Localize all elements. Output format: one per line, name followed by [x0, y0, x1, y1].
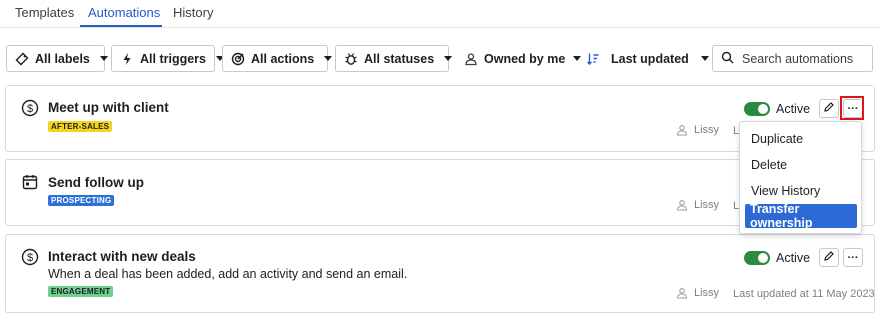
menu-item-duplicate[interactable]: Duplicate [740, 127, 861, 151]
owner-filter-label: Owned by me [484, 51, 566, 66]
sort-button[interactable]: Last updated [586, 45, 709, 72]
context-menu: Duplicate Delete View History Transfer o… [739, 121, 862, 234]
automation-title[interactable]: Interact with new deals [48, 249, 196, 264]
pencil-icon [823, 250, 835, 265]
chevron-down-icon [573, 56, 582, 61]
sort-label: Last updated [611, 51, 689, 66]
edit-button[interactable] [819, 99, 839, 118]
automation-card[interactable]: $ Interact with new deals When a deal ha… [5, 234, 875, 313]
chevron-down-icon [99, 56, 108, 61]
status-label: Active [776, 102, 811, 116]
label-badge: ENGAGEMENT [48, 286, 114, 297]
owner-name: Lissy [694, 287, 720, 299]
more-horizontal-icon: ··· [847, 251, 859, 264]
calendar-icon [21, 173, 39, 191]
bug-icon [344, 52, 358, 66]
owner: Lissy [676, 124, 719, 136]
active-tab-indicator [80, 25, 162, 27]
pencil-icon [823, 101, 835, 116]
tab-bar: Templates Automations History [0, 0, 880, 28]
chevron-down-icon [700, 56, 709, 61]
active-toggle[interactable] [744, 251, 770, 265]
user-icon [676, 199, 688, 211]
automation-title[interactable]: Meet up with client [48, 100, 169, 115]
target-icon [231, 52, 245, 66]
owner-name: Lissy [694, 199, 720, 211]
menu-item-view-history[interactable]: View History [740, 179, 861, 203]
sort-descending-icon [586, 52, 600, 66]
labels-filter-label: All labels [35, 51, 90, 66]
chevron-down-icon [324, 56, 333, 61]
statuses-filter-label: All statuses [364, 51, 435, 66]
tag-icon [15, 52, 29, 66]
more-options-button[interactable]: ··· [843, 248, 863, 267]
svg-text:$: $ [27, 252, 33, 264]
filter-bar: All labels All triggers All actions All … [0, 45, 880, 73]
owner: Lissy [676, 199, 719, 211]
menu-item-delete[interactable]: Delete [740, 153, 861, 177]
statuses-filter-button[interactable]: All statuses [335, 45, 453, 72]
user-icon [464, 52, 478, 66]
triggers-filter-label: All triggers [140, 51, 206, 66]
automation-description: When a deal has been added, add an activ… [48, 267, 408, 281]
label-badge: PROSPECTING [48, 195, 115, 206]
user-icon [676, 287, 688, 299]
lightning-icon [120, 52, 134, 66]
tab-templates[interactable]: Templates [15, 5, 74, 20]
label-badge: AFTER-SALES [48, 121, 113, 132]
owner-filter-button[interactable]: Owned by me [464, 45, 582, 72]
triggers-filter-button[interactable]: All triggers [111, 45, 224, 72]
automation-title[interactable]: Send follow up [48, 175, 144, 190]
dollar-circle-icon: $ [21, 99, 39, 117]
menu-item-transfer-ownership[interactable]: Transfer ownership [745, 202, 857, 230]
chevron-down-icon [444, 56, 453, 61]
owner-name: Lissy [694, 124, 720, 136]
tab-automations[interactable]: Automations [88, 5, 160, 20]
search-icon [721, 51, 734, 67]
labels-filter-button[interactable]: All labels [6, 45, 108, 72]
tab-history[interactable]: History [173, 5, 213, 20]
edit-button[interactable] [819, 248, 839, 267]
highlight-box [840, 96, 864, 120]
dollar-circle-icon: $ [21, 248, 39, 266]
owner: Lissy [676, 287, 719, 299]
actions-filter-label: All actions [251, 51, 315, 66]
active-toggle[interactable] [744, 102, 770, 116]
search-input[interactable] [742, 51, 862, 66]
user-icon [676, 124, 688, 136]
search-box[interactable] [712, 45, 873, 72]
svg-text:$: $ [27, 103, 33, 115]
status-label: Active [776, 251, 811, 265]
actions-filter-button[interactable]: All actions [222, 45, 333, 72]
last-updated: Last updated at 11 May 2023 [733, 288, 875, 300]
